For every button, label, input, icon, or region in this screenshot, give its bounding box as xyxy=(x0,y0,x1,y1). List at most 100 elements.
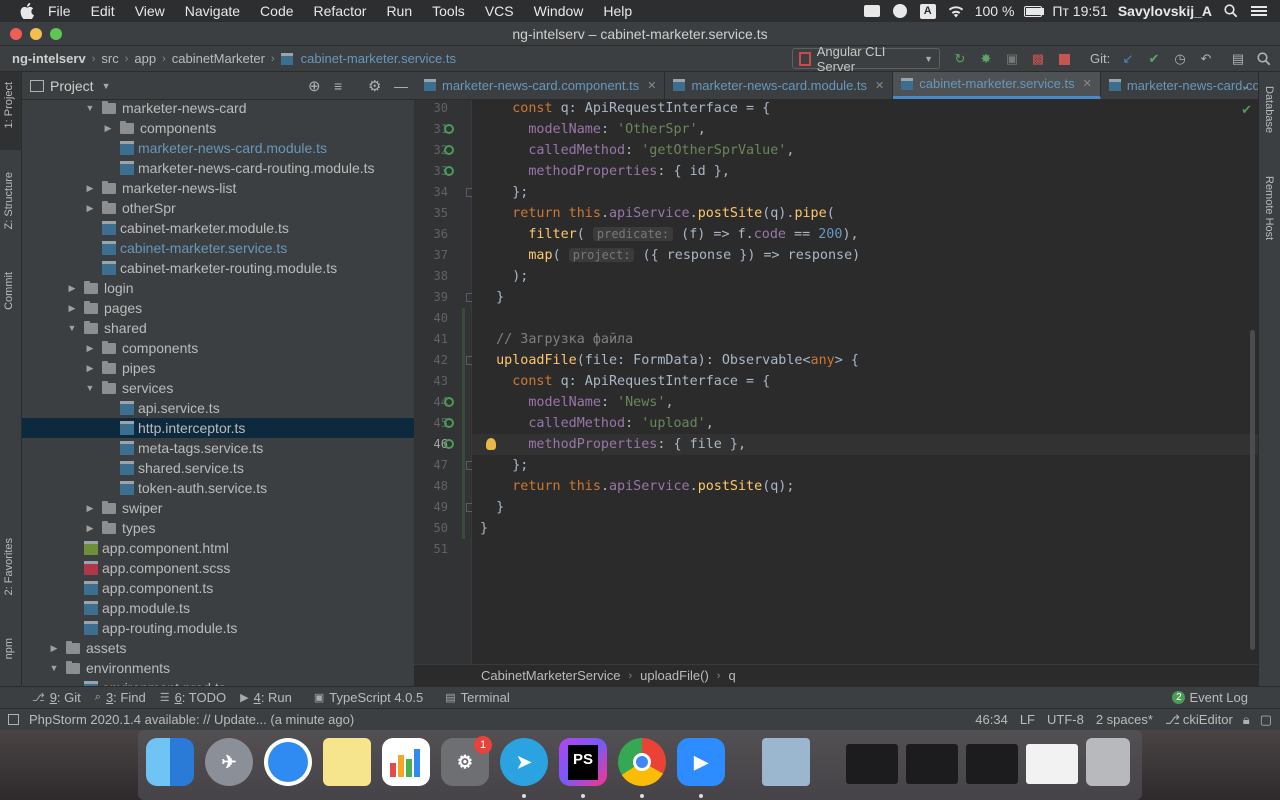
minimized-window-thumbnail[interactable] xyxy=(1026,744,1078,784)
implements-marker-icon[interactable] xyxy=(444,145,454,155)
chevron-down-icon[interactable]: ▼ xyxy=(66,323,78,333)
phpstorm-icon[interactable]: PS xyxy=(559,738,607,786)
line-number[interactable]: 33 xyxy=(414,161,448,182)
code-line[interactable]: } xyxy=(480,497,504,518)
tree-folder[interactable]: ▶ pages xyxy=(22,298,414,318)
line-number[interactable]: 50 xyxy=(414,518,448,539)
hide-panel-icon[interactable]: — xyxy=(394,78,408,94)
line-number[interactable]: 48 xyxy=(414,476,448,497)
tree-folder[interactable]: ▶ assets xyxy=(22,638,414,658)
tree-folder[interactable]: ▶ otherSpr xyxy=(22,198,414,218)
project-structure-icon[interactable]: ▤ xyxy=(1230,51,1246,67)
menu-help[interactable]: Help xyxy=(603,3,632,19)
line-number[interactable]: 41 xyxy=(414,329,448,350)
menu-file[interactable]: File xyxy=(48,3,71,19)
line-number[interactable]: 32 xyxy=(414,140,448,161)
tree-folder[interactable]: ▶ login xyxy=(22,278,414,298)
debug-icon[interactable]: ✸ xyxy=(978,51,994,67)
gear-icon[interactable]: ⚙ xyxy=(368,77,381,95)
implements-marker-icon[interactable] xyxy=(444,418,454,428)
line-number[interactable]: 44 xyxy=(414,392,448,413)
line-number[interactable]: 36 xyxy=(414,224,448,245)
collapse-all-icon[interactable]: ≡ xyxy=(334,78,342,94)
favorites-tool-button[interactable]: 2: Favorites xyxy=(3,538,15,595)
tree-file[interactable]: marketer-news-card-routing.module.ts xyxy=(22,158,414,178)
numbers-icon[interactable] xyxy=(382,738,430,786)
tree-folder[interactable]: ▼ shared xyxy=(22,318,414,338)
commit-tool-button[interactable]: Commit xyxy=(3,272,15,310)
code-line[interactable]: calledMethod: 'getOtherSprValue', xyxy=(480,140,794,161)
indent-setting[interactable]: 2 spaces* xyxy=(1096,712,1153,727)
project-tool-button[interactable]: 1: Project xyxy=(3,82,15,128)
tree-folder[interactable]: ▼ services xyxy=(22,378,414,398)
menu-code[interactable]: Code xyxy=(260,3,293,19)
chevron-right-icon[interactable]: ▶ xyxy=(84,363,96,374)
line-number[interactable]: 51 xyxy=(414,539,448,560)
preview-icon[interactable] xyxy=(762,738,810,786)
line-number[interactable]: 38 xyxy=(414,266,448,287)
tree-file[interactable]: cabinet-marketer.module.ts xyxy=(22,218,414,238)
line-number[interactable]: 31 xyxy=(414,119,448,140)
code-line[interactable]: // Загрузка файла xyxy=(480,329,633,350)
line-number[interactable]: 49 xyxy=(414,497,448,518)
input-source-icon[interactable]: A xyxy=(919,3,937,19)
dropdown-arrow-icon[interactable]: ▼ xyxy=(102,81,111,91)
tree-file[interactable]: meta-tags.service.ts xyxy=(22,438,414,458)
nav-crumb-file[interactable]: cabinet-marketer.service.ts xyxy=(297,51,460,66)
code-line[interactable]: uploadFile(file: FormData): Observable<a… xyxy=(480,350,859,371)
status-message[interactable]: PhpStorm 2020.1.4 available: // Update..… xyxy=(29,712,354,727)
run-tool-window-button[interactable]: ▶ 4: Run xyxy=(240,690,292,705)
tree-folder[interactable]: ▶ marketer-news-list xyxy=(22,178,414,198)
minimized-window-thumbnail[interactable] xyxy=(906,744,958,784)
chevron-right-icon[interactable]: ▶ xyxy=(84,503,96,514)
tree-file[interactable]: cabinet-marketer.service.ts xyxy=(22,238,414,258)
run-configuration-select[interactable]: Angular CLI Server ▼ xyxy=(792,44,940,74)
code-line[interactable]: const q: ApiRequestInterface = { xyxy=(480,371,770,392)
tree-file[interactable]: app-routing.module.ts xyxy=(22,618,414,638)
close-icon[interactable]: ✕ xyxy=(647,79,656,92)
remote-host-tool-button[interactable]: Remote Host xyxy=(1263,176,1275,240)
code-line[interactable]: return this.apiService.postSite(q).pipe( xyxy=(480,203,835,224)
tree-folder[interactable]: ▼ marketer-news-card xyxy=(22,100,414,118)
line-number[interactable]: 46 xyxy=(414,434,448,455)
minimized-window-thumbnail[interactable] xyxy=(846,744,898,784)
implements-marker-icon[interactable] xyxy=(444,397,454,407)
run-coverage-icon[interactable]: ▩ xyxy=(1030,51,1046,67)
implements-marker-icon[interactable] xyxy=(444,439,454,449)
tree-folder[interactable]: ▶ pipes xyxy=(22,358,414,378)
attach-debugger-icon[interactable]: ▣ xyxy=(1004,51,1020,67)
lock-icon[interactable]: 🔒︎ xyxy=(1243,712,1250,728)
tree-folder[interactable]: ▼ environments xyxy=(22,658,414,678)
code-line[interactable]: return this.apiService.postSite(q); xyxy=(480,476,794,497)
telegram-icon[interactable] xyxy=(891,4,909,18)
implements-marker-icon[interactable] xyxy=(444,124,454,134)
npm-tool-button[interactable]: npm xyxy=(3,638,15,659)
control-center-icon[interactable] xyxy=(1250,4,1268,18)
editor-scrollbar[interactable] xyxy=(1250,330,1255,650)
toggle-tool-windows-icon[interactable] xyxy=(8,714,19,725)
tab-marketer-news-card-module[interactable]: marketer-news-card.module.ts ✕ xyxy=(665,72,894,99)
clock[interactable]: Пт 19:51 xyxy=(1052,3,1107,19)
history-icon[interactable]: ◷ xyxy=(1172,51,1188,67)
tree-file[interactable]: app.component.html xyxy=(22,538,414,558)
chevron-right-icon[interactable]: ▶ xyxy=(48,643,60,654)
structure-tool-button[interactable]: Z: Structure xyxy=(3,172,15,229)
tree-file[interactable]: app.component.scss xyxy=(22,558,414,578)
line-number[interactable]: 34 xyxy=(414,182,448,203)
chevron-right-icon[interactable]: ▶ xyxy=(102,123,114,134)
tree-file[interactable]: http.interceptor.ts xyxy=(22,418,414,438)
notes-icon[interactable] xyxy=(323,738,371,786)
close-icon[interactable]: ✕ xyxy=(875,79,884,92)
code-line[interactable]: modelName: 'OtherSpr', xyxy=(480,119,705,140)
code-editor[interactable]: const q: ApiRequestInterface = { modelNa… xyxy=(472,100,1258,664)
tree-file[interactable]: environment.prod.ts xyxy=(22,678,414,686)
tree-file[interactable]: cabinet-marketer-routing.module.ts xyxy=(22,258,414,278)
video-icon[interactable] xyxy=(863,4,881,18)
inspector-icon[interactable]: ▢ xyxy=(1260,712,1272,728)
tree-file[interactable]: marketer-news-card.module.ts xyxy=(22,138,414,158)
tree-folder[interactable]: ▶ components xyxy=(22,338,414,358)
line-number[interactable]: 47 xyxy=(414,455,448,476)
code-line[interactable]: ); xyxy=(480,266,528,287)
tab-marketer-news-card-component[interactable]: marketer-news-card.component.ts ✕ xyxy=(414,72,666,99)
line-number[interactable]: 43 xyxy=(414,371,448,392)
